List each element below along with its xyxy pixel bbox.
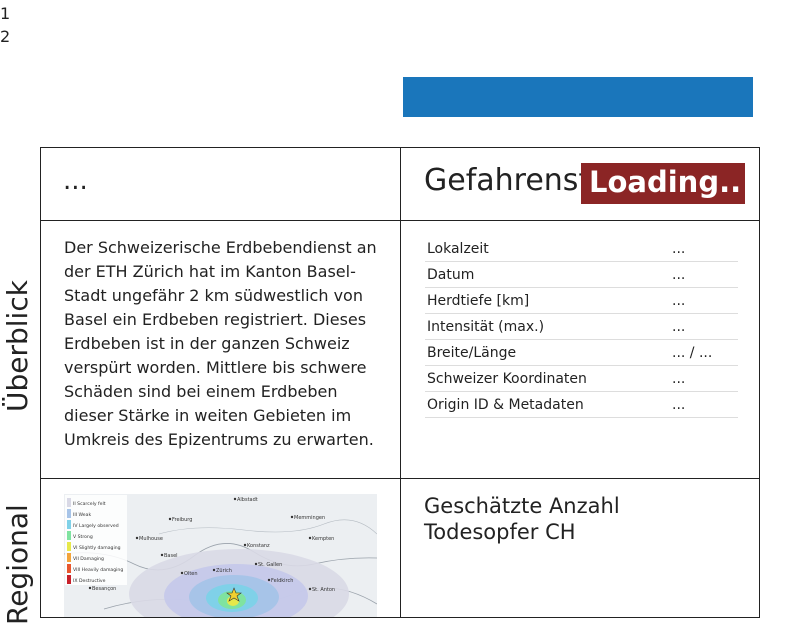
city-label: Freiburg [172,517,192,523]
city-label: St. Anton [312,587,335,593]
details-table: Lokalzeit... Datum... Herdtiefe [km]... Int… [425,236,738,418]
city-dot [243,543,247,547]
line-number: 1 [0,4,11,23]
legend-label: VI Slightly damaging [73,545,121,551]
details-value: ... [670,261,738,288]
city-label: Konstanz [247,543,270,549]
details-value: ... [670,287,738,314]
city-dot [160,553,164,557]
city-dot [135,536,139,540]
regional-map-cell: II Scarcely felt III Weak IV Largely obser… [40,478,401,618]
legend-label: III Weak [73,512,91,518]
estimated-deaths-title: Geschätzte Anzahl Todesopfer CH [424,494,620,544]
details-label: Herdtiefe [km] [425,287,670,314]
section-label-regional: Regional [1,504,34,625]
legend-label: II Scarcely felt [73,501,106,507]
intensity-map-graphic: II Scarcely felt III Weak IV Largely obser… [64,494,377,617]
city-dot [267,578,271,582]
details-row: Intensität (max.)... [425,313,738,340]
details-row: Origin ID & Metadaten... [425,391,738,418]
details-value: ... [670,365,738,392]
city-dot [168,517,172,521]
city-label: Basel [164,553,178,559]
city-label: Zürich [216,568,232,574]
details-label: Intensität (max.) [425,313,670,340]
city-label: Albstadt [237,497,258,503]
header-right-cell: Gefahrenstufe Loading.. [400,147,760,221]
details-value: ... / ... [670,339,738,366]
legend-swatch [67,575,71,584]
details-label: Schweizer Koordinaten [425,365,670,392]
city-dot [308,536,312,540]
overview-description-cell: Der Schweizerische Erdbebendienst an der… [40,220,401,479]
city-label: Feldkirch [271,578,293,584]
city-label: Besançon [92,586,116,592]
city-dot [308,587,312,591]
details-value: ... [670,391,738,418]
details-value: ... [670,313,738,340]
intensity-map[interactable]: II Scarcely felt III Weak IV Largely obser… [64,494,377,617]
legend-swatch [67,531,71,540]
legend-label: VII Damaging [73,556,104,562]
legend-swatch [67,564,71,573]
city-label: Kempten [312,536,334,542]
details-row: Schweizer Koordinaten... [425,365,738,392]
city-label: Memmingen [294,515,325,521]
details-label: Origin ID & Metadaten [425,391,670,418]
legend-swatch [67,509,71,518]
details-row: Lokalzeit... [425,236,738,262]
city-label: Olten [184,571,198,577]
deaths-cell: Geschätzte Anzahl Todesopfer CH [400,478,760,618]
section-label-overview: Überblick [1,280,34,412]
city-dot [254,562,258,566]
details-row: Herdtiefe [km]... [425,287,738,314]
city-dot [212,568,216,572]
city-dot [88,586,92,590]
header-left-cell: ... [40,147,401,221]
line-number: 2 [0,27,11,46]
details-label: Breite/Länge [425,339,670,366]
city-dot [233,497,237,501]
header-placeholder: ... [63,166,88,196]
details-row: Datum... [425,261,738,288]
city-dot [290,515,294,519]
legend-label: VIII Heavily damaging [73,567,123,573]
legend-swatch [67,542,71,551]
city-label: St. Gallen [258,562,282,568]
top-bar [403,77,753,117]
loading-badge: Loading.. [581,163,745,204]
legend-label: IV Largely observed [73,523,119,529]
legend-swatch [67,498,71,507]
legend-swatch [67,520,71,529]
details-label: Datum [425,261,670,288]
legend-label: IX Destructive [73,578,106,584]
legend-swatch [67,553,71,562]
city-dot [180,571,184,575]
line-numbers: 1 2 [0,2,10,48]
overview-details-cell: Lokalzeit... Datum... Herdtiefe [km]... Int… [400,220,760,479]
details-value: ... [670,236,738,262]
details-label: Lokalzeit [425,236,670,262]
details-row: Breite/Länge... / ... [425,339,738,366]
legend-label: V Strong [73,534,93,540]
overview-description: Der Schweizerische Erdbebendienst an der… [64,238,377,449]
city-label: Mulhouse [139,536,163,542]
